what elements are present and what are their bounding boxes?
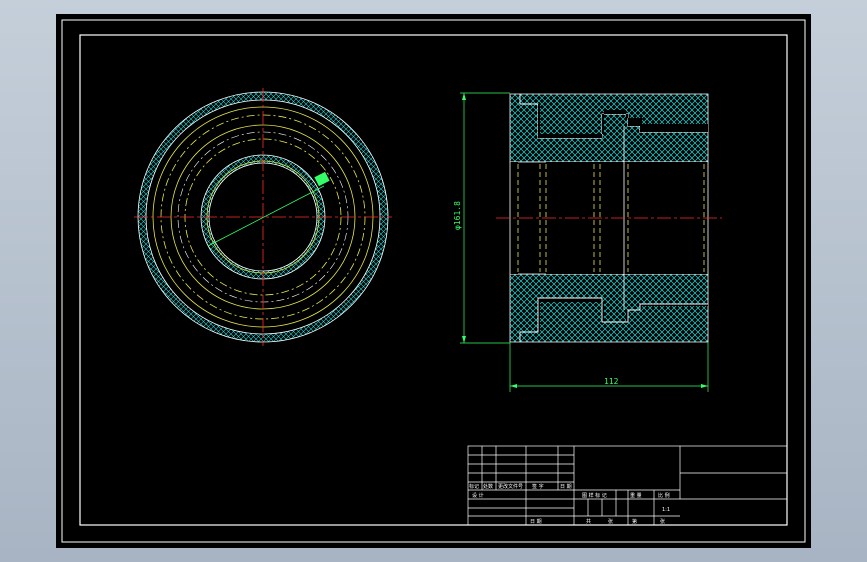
section-view: [496, 93, 722, 343]
svg-text:日 期: 日 期: [530, 519, 542, 525]
svg-text:第: 第: [632, 518, 637, 525]
svg-text:日 期: 日 期: [560, 484, 572, 490]
cad-viewport: φ161.8 112 标记 处数 更改文件号 签 字 日 期 设 计 图 样 标…: [0, 0, 867, 562]
svg-text:标记: 标记: [469, 483, 479, 490]
svg-text:处数: 处数: [483, 483, 493, 490]
svg-text:比 例: 比 例: [658, 492, 670, 499]
svg-text:张: 张: [608, 518, 613, 525]
drawing-sheet: φ161.8 112 标记 处数 更改文件号 签 字 日 期 设 计 图 样 标…: [56, 14, 811, 548]
front-view: [134, 88, 392, 346]
length-dimension: 112: [604, 377, 619, 386]
svg-text:签 字: 签 字: [532, 483, 544, 490]
svg-text:张: 张: [660, 518, 665, 525]
svg-text:共: 共: [586, 518, 591, 525]
title-block-text: 标记 处数 更改文件号 签 字 日 期 设 计 图 样 标 记 重 量 比 例 …: [469, 483, 670, 525]
diameter-dimension: φ161.8: [453, 201, 462, 230]
svg-text:1:1: 1:1: [662, 507, 670, 513]
cad-drawing: φ161.8 112 标记 处数 更改文件号 签 字 日 期 设 计 图 样 标…: [61, 19, 806, 543]
svg-text:更改文件号: 更改文件号: [498, 483, 523, 490]
svg-text:重 量: 重 量: [630, 492, 642, 499]
svg-text:图 样 标 记: 图 样 标 记: [582, 492, 607, 499]
svg-text:设 计: 设 计: [472, 492, 484, 499]
